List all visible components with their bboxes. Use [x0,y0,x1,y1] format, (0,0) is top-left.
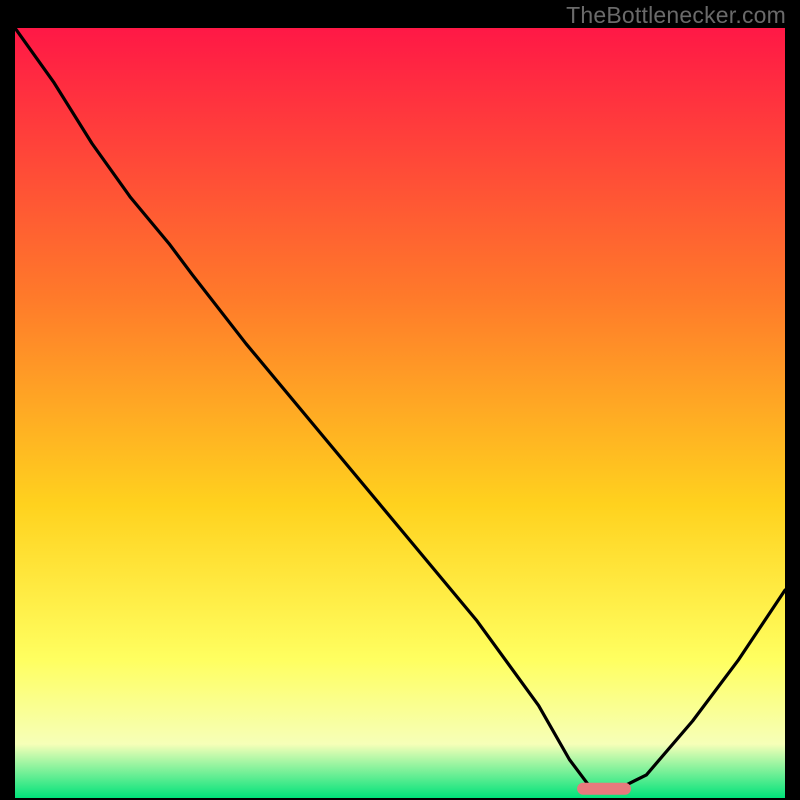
chart-frame [15,28,785,798]
gradient-background [15,28,785,798]
bottleneck-chart [15,28,785,798]
optimal-range-marker [577,783,631,795]
watermark-text: TheBottlenecker.com [566,2,786,29]
